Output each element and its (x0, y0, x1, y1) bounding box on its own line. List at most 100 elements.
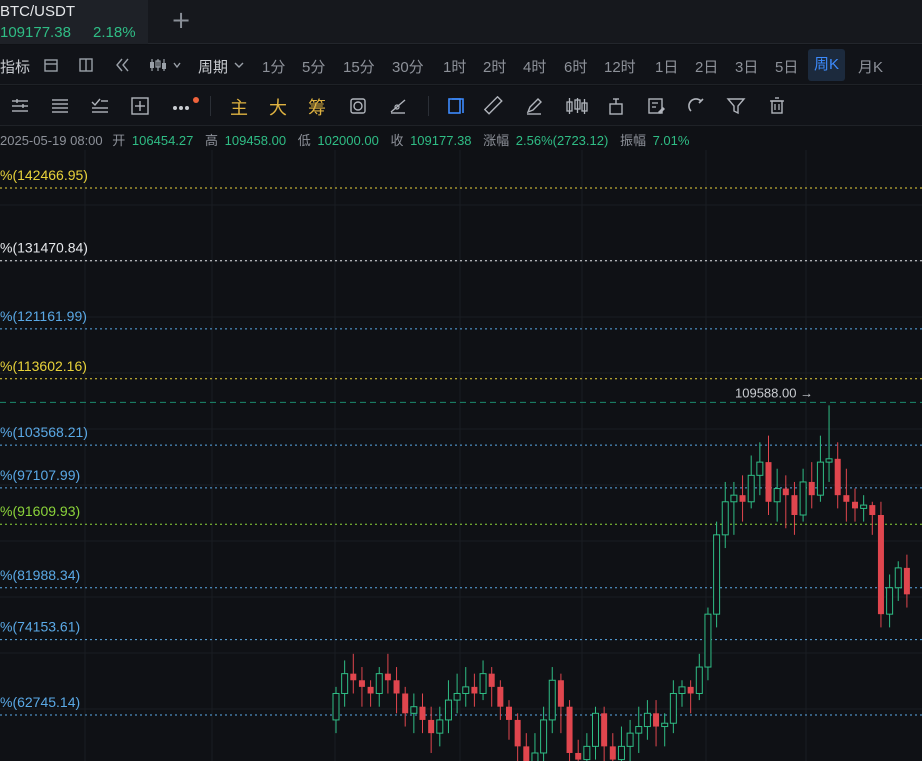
period-11[interactable]: 3日 (735, 56, 758, 77)
candle-body-24 (540, 719, 548, 754)
candle-body-45 (721, 501, 729, 536)
chart-canvas[interactable]: %(142466.95) %(131470.84) %(121161.99) %(11… (0, 150, 922, 761)
period-4[interactable]: 1时 (443, 56, 466, 77)
pen-icon[interactable] (524, 96, 544, 116)
trend-tool-icon[interactable] (388, 96, 408, 116)
candle-body-19 (497, 686, 504, 707)
candle-body-57 (825, 458, 833, 463)
add-indicator-icon[interactable] (130, 96, 150, 116)
period-9[interactable]: 1日 (655, 56, 678, 77)
settings-sliders-icon[interactable] (10, 96, 30, 116)
tab-btc-usdt[interactable]: BTC/USDT 109177.38 2.18% (0, 0, 148, 44)
candle-body-65 (894, 567, 902, 589)
candle-body-4 (367, 686, 374, 694)
candle-body-44 (713, 534, 721, 615)
tab-change: 2.18% (93, 24, 136, 41)
candle-body-53 (791, 495, 798, 516)
candle-body-31 (601, 713, 608, 747)
candle-body-42 (695, 666, 703, 694)
period-13[interactable]: 周K (808, 49, 846, 81)
candle-body-7 (393, 680, 400, 694)
period-10[interactable]: 2日 (695, 56, 718, 77)
list-lines-icon[interactable] (50, 96, 70, 116)
candle-body-33 (617, 745, 625, 761)
open-value: 106454.27 (131, 133, 194, 148)
fib-label-5: %(97107.99) (0, 467, 80, 483)
candle-body-6 (384, 673, 391, 681)
layout-icon[interactable] (77, 56, 95, 74)
period-5[interactable]: 2时 (483, 56, 506, 77)
candle-body-64 (886, 587, 894, 615)
low-label: 低 (297, 133, 311, 148)
chevron-down-icon[interactable] (232, 56, 246, 74)
lock-icon[interactable] (606, 96, 626, 116)
period-12[interactable]: 5日 (775, 56, 798, 77)
candle-body-0 (332, 692, 340, 721)
candle-body-47 (739, 495, 746, 502)
candle-body-13 (444, 699, 452, 721)
candlestick-chart[interactable]: %(142466.95) %(131470.84) %(121161.99) %(11… (0, 150, 922, 761)
trash-icon[interactable] (767, 96, 787, 116)
candle-body-32 (609, 746, 616, 760)
candle-body-54 (799, 481, 807, 516)
fib-label-6: %(91609.93) (0, 503, 80, 519)
toolbar-divider (428, 96, 429, 116)
calendar-icon[interactable] (42, 56, 60, 74)
plus-icon[interactable]: + (170, 6, 192, 34)
change-label: 涨幅 (483, 133, 510, 148)
note-edit-icon[interactable] (646, 96, 666, 116)
period-1[interactable]: 5分 (302, 56, 325, 77)
candle-body-1 (341, 673, 349, 694)
period-0[interactable]: 1分 (262, 56, 285, 77)
main-indicator-button[interactable]: 主 (230, 94, 248, 120)
candles-icon[interactable] (565, 96, 589, 116)
period-3[interactable]: 30分 (392, 56, 424, 77)
candle-body-63 (877, 515, 884, 615)
candle-body-60 (852, 501, 858, 509)
period-select[interactable]: 周期 (198, 56, 228, 77)
candle-body-61 (860, 504, 868, 509)
drawing-toolbar: 主 大 筹 (0, 86, 922, 126)
high-value: 109458.00 (224, 133, 287, 148)
big-order-button[interactable]: 大 (269, 94, 287, 120)
period-8[interactable]: 12时 (604, 56, 636, 77)
ruler-icon[interactable] (484, 96, 504, 116)
ohlc-info: 2025-05-19 08:00 开 106454.27 高 109458.00… (0, 130, 697, 148)
rewind-icon[interactable] (113, 56, 131, 74)
high-label: 高 (205, 133, 219, 148)
candle-body-43 (704, 613, 712, 668)
drawing-panel-icon[interactable] (446, 96, 466, 116)
candle-body-28 (575, 752, 582, 760)
fib-label-1: %(131470.84) (0, 240, 88, 256)
period-14[interactable]: 月K (858, 56, 883, 77)
candle-body-46 (730, 494, 738, 503)
candle-body-37 (653, 713, 660, 727)
fib-label-9: %(62745.14) (0, 694, 80, 710)
refresh-icon[interactable] (348, 96, 368, 116)
more-icon[interactable] (170, 96, 204, 116)
period-7[interactable]: 6时 (564, 56, 587, 77)
chips-button[interactable]: 筹 (308, 94, 326, 120)
candle-body-8 (402, 693, 409, 714)
candle-body-50 (765, 462, 772, 502)
fib-label-0: %(142466.95) (0, 167, 88, 183)
candle-body-9 (410, 706, 418, 714)
period-6[interactable]: 4时 (523, 56, 546, 77)
indicator-lines-icon[interactable] (90, 96, 110, 116)
candle-body-58 (834, 458, 841, 496)
magnet-icon[interactable] (686, 96, 706, 116)
tab-bar: BTC/USDT 109177.38 2.18% + (0, 0, 922, 44)
candle-body-14 (453, 692, 461, 701)
chart-type-icon[interactable] (148, 56, 184, 74)
info-date: 2025-05-19 08:00 (0, 133, 103, 148)
candle-body-23 (531, 752, 539, 761)
filter-icon[interactable] (726, 96, 746, 116)
candle-body-41 (687, 686, 694, 694)
indicators-button[interactable]: 指标 (0, 56, 30, 77)
candle-body-34 (626, 732, 634, 747)
candle-body-15 (462, 686, 470, 694)
candle-body-59 (843, 495, 850, 502)
amplitude-label: 振幅 (619, 133, 646, 148)
candle-body-36 (643, 712, 651, 728)
period-2[interactable]: 15分 (343, 56, 375, 77)
